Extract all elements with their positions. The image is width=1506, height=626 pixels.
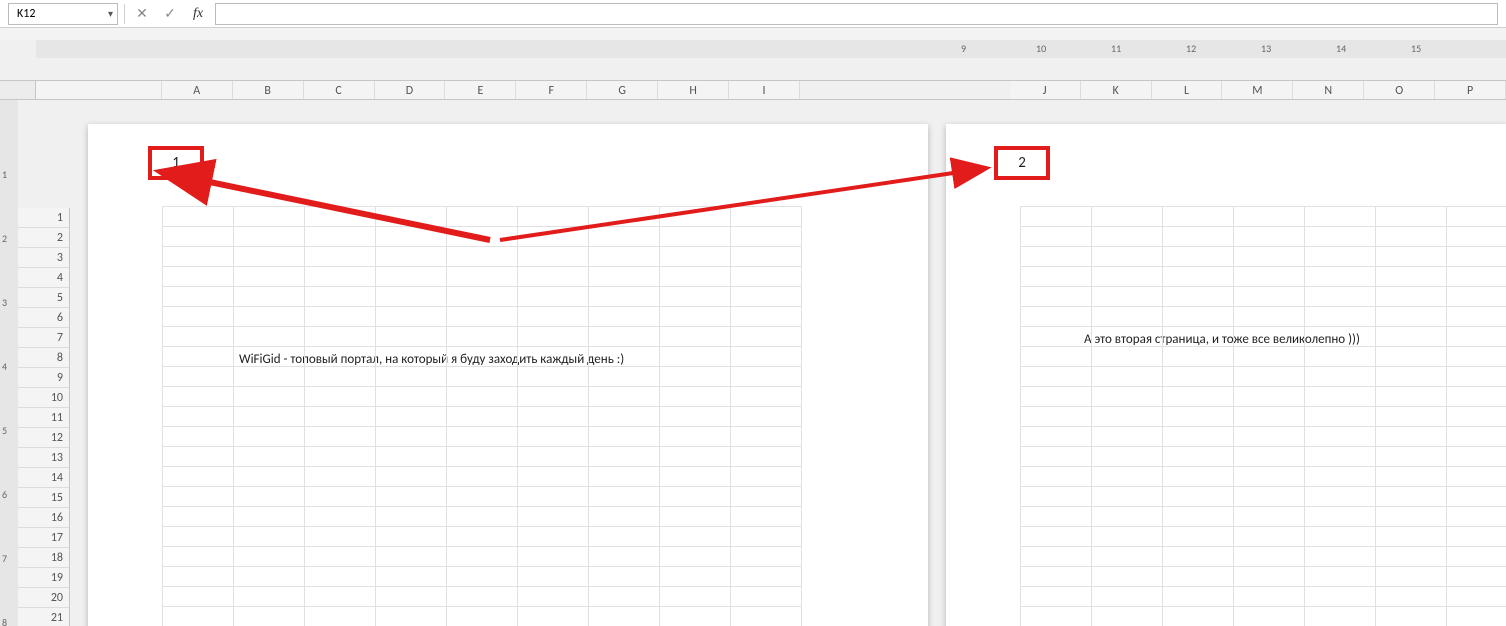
row-header[interactable]: 9 [18, 368, 70, 388]
select-all-corner[interactable] [0, 80, 36, 100]
vruler-number: 8 [2, 616, 7, 626]
vruler-number: 7 [2, 552, 7, 565]
vruler-number: 4 [2, 360, 7, 373]
vertical-ruler[interactable]: 1 2 3 4 5 6 7 8 [0, 100, 18, 626]
vruler-number: 5 [2, 424, 7, 437]
row-header[interactable]: 2 [18, 228, 70, 248]
vruler-number: 6 [2, 488, 7, 501]
column-header[interactable]: D [375, 81, 446, 99]
insert-function-button[interactable]: fx [187, 3, 209, 25]
vruler-number: 2 [2, 232, 7, 245]
enter-button[interactable]: ✓ [159, 3, 181, 25]
row-header[interactable]: 13 [18, 448, 70, 468]
row-header[interactable]: 1 [18, 208, 70, 228]
row-header[interactable]: 17 [18, 528, 70, 548]
column-header[interactable]: J [1010, 81, 1081, 99]
page-1-grid[interactable]: WiFiGid - топовый портал, на который я б… [162, 206, 928, 626]
row-header[interactable]: 16 [18, 508, 70, 528]
row-header[interactable]: 5 [18, 288, 70, 308]
column-header[interactable]: M [1222, 81, 1293, 99]
workspace: 9 10 11 12 13 14 15 A B C D E F G H I J … [0, 40, 1506, 626]
ruler-number: 9 [961, 42, 966, 55]
ruler-number: 11 [1111, 42, 1121, 55]
row-header[interactable]: 14 [18, 468, 70, 488]
row-header[interactable]: 19 [18, 568, 70, 588]
row-headers: 123456789101112131415161718192021 [36, 100, 70, 626]
column-header[interactable]: C [304, 81, 375, 99]
row-header[interactable]: 20 [18, 588, 70, 608]
row-header[interactable]: 11 [18, 408, 70, 428]
page-1-number: 1 [172, 154, 180, 172]
formula-input[interactable] [215, 3, 1498, 25]
column-header[interactable]: F [516, 81, 587, 99]
cancel-button[interactable]: ✕ [131, 3, 153, 25]
ruler-number: 13 [1261, 42, 1271, 55]
column-gap [800, 81, 1010, 99]
col-spacer [36, 81, 162, 99]
formula-bar: K12 ▾ ✕ ✓ fx [0, 0, 1506, 28]
row-header[interactable]: 18 [18, 548, 70, 568]
page-1[interactable]: 1 WiFiGid - топовый портал, на который я… [88, 124, 928, 626]
column-header[interactable]: E [445, 81, 516, 99]
row-header[interactable]: 4 [18, 268, 70, 288]
row-header[interactable]: 21 [18, 608, 70, 626]
vruler-number: 1 [2, 168, 7, 181]
row-header[interactable]: 12 [18, 428, 70, 448]
divider [124, 4, 125, 24]
row-header[interactable]: 8 [18, 348, 70, 368]
top-strip: 9 10 11 12 13 14 15 A B C D E F G H I J … [0, 40, 1506, 98]
ruler-number: 15 [1411, 42, 1421, 55]
row-header[interactable]: 6 [18, 308, 70, 328]
page-2-grid[interactable]: А это вторая страница, и тоже все велико… [1020, 206, 1506, 626]
ruler-number: 12 [1186, 42, 1196, 55]
name-box-value: K12 [17, 7, 35, 21]
column-header[interactable]: P [1435, 81, 1506, 99]
row-header[interactable]: 3 [18, 248, 70, 268]
page-2[interactable]: 2 А это вторая страница, и тоже все вели… [946, 124, 1506, 626]
chevron-down-icon: ▾ [108, 7, 113, 20]
ruler-number: 10 [1036, 42, 1046, 55]
column-header[interactable]: O [1364, 81, 1435, 99]
column-header[interactable]: I [729, 81, 800, 99]
row-header[interactable]: 15 [18, 488, 70, 508]
row-header[interactable]: 10 [18, 388, 70, 408]
column-header[interactable]: A [162, 81, 233, 99]
page-2-number: 2 [1018, 154, 1026, 172]
column-header[interactable]: G [587, 81, 658, 99]
ruler-number: 14 [1336, 42, 1346, 55]
row-header[interactable]: 7 [18, 328, 70, 348]
page-2-number-box: 2 [994, 146, 1050, 180]
column-header[interactable]: B [233, 81, 304, 99]
vruler-number: 3 [2, 296, 7, 309]
page-1-number-box: 1 [148, 146, 204, 180]
column-header[interactable]: L [1152, 81, 1223, 99]
column-header[interactable]: K [1081, 81, 1152, 99]
horizontal-ruler[interactable]: 9 10 11 12 13 14 15 [36, 40, 1506, 58]
name-box[interactable]: K12 ▾ [8, 3, 118, 25]
column-header[interactable]: N [1293, 81, 1364, 99]
column-header[interactable]: H [658, 81, 729, 99]
column-headers: A B C D E F G H I J K L M N O P [36, 80, 1506, 100]
